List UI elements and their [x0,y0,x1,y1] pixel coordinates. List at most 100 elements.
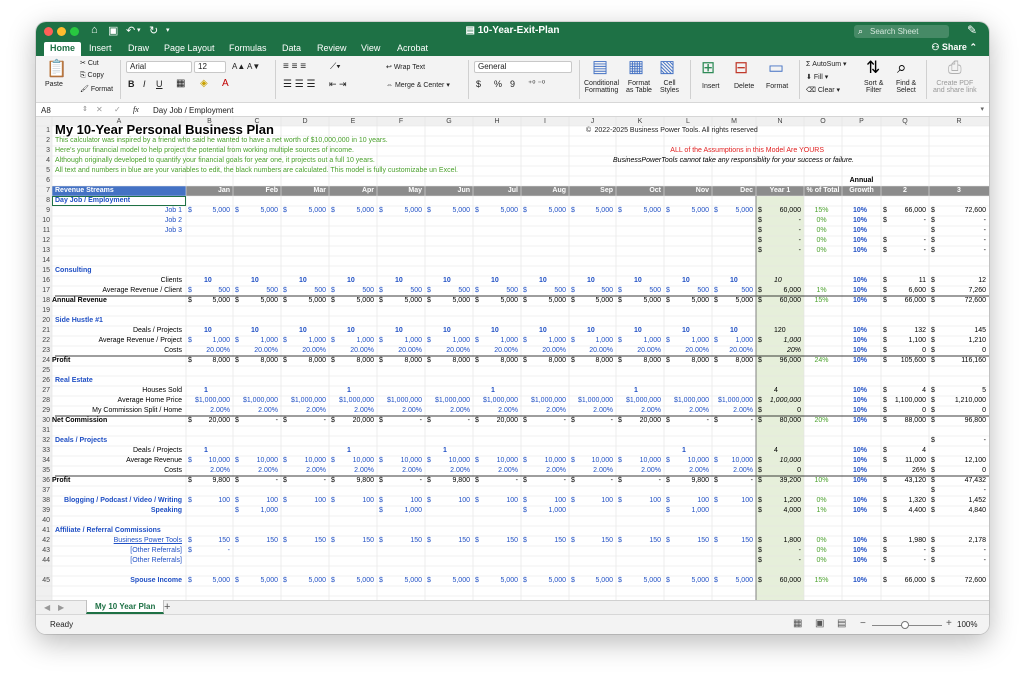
row-header[interactable]: 4 [36,156,50,166]
font-size-select[interactable]: 12 [194,61,226,73]
format-as-table-button[interactable]: Format as Table [626,80,652,94]
fill-color-icon[interactable]: ◈ [200,78,208,89]
row-header[interactable]: 3 [36,146,50,156]
borders-icon[interactable]: ▦ [176,78,185,89]
row-header[interactable]: 34 [36,456,50,466]
insert-button[interactable]: Insert [702,83,720,90]
format-button[interactable]: Format [766,83,788,90]
find-select-icon[interactable]: ⌕ [897,59,907,76]
align-left-icon[interactable]: ☰ ☰ ☰ [283,79,315,90]
row-header[interactable]: 9 [36,206,50,216]
row-header[interactable]: 23 [36,346,50,356]
decimal-buttons[interactable]: ⁺⁰ ⁻⁰ [528,79,545,88]
row-header[interactable]: 26 [36,376,50,386]
column-header[interactable]: Q [881,117,929,126]
row-header[interactable]: 44 [36,556,50,566]
sort-filter-button[interactable]: Sort & Filter [864,80,883,94]
row-header[interactable]: 32 [36,436,50,446]
cell-styles-icon[interactable]: ▧ [659,58,675,75]
row-header[interactable]: 21 [36,326,50,336]
column-header[interactable]: L [664,117,712,126]
orientation-icon[interactable]: ⟋▾ [330,61,341,72]
wrap-text-button[interactable]: ↩ Wrap Text [386,63,425,71]
row-header[interactable]: 38 [36,496,50,506]
page-layout-view-icon[interactable]: ▣ [815,618,824,629]
number-format-select[interactable]: General [474,61,572,73]
row-header[interactable]: 17 [36,286,50,296]
row-header[interactable]: 13 [36,246,50,256]
indent-icon[interactable]: ⇤ ⇥ [329,79,347,90]
row-header[interactable]: 7 [36,186,50,196]
sort-filter-icon[interactable]: ⇅ [866,59,880,76]
row-header[interactable]: 20 [36,316,50,326]
row-header[interactable]: 1 [36,126,50,136]
row-header[interactable]: 10 [36,216,50,226]
comma-button[interactable]: 9 [510,79,515,89]
cut-button[interactable]: ✂ Cut [80,59,99,67]
row-header[interactable]: 35 [36,466,50,476]
row-header[interactable]: 28 [36,396,50,406]
tab-page-layout[interactable]: Page Layout [164,43,215,53]
row-header[interactable]: 39 [36,506,50,516]
formula-content-field[interactable]: Day Job / Employment [153,106,233,115]
cancel-entry-icon[interactable]: ✕ [96,105,103,114]
row-header[interactable]: 24 [36,356,50,366]
spreadsheet-grid[interactable]: A B C D E F G H I J K L M N O P Q R 1 2 3 4 5 6 7 8 9 10 11 12 13 14 15 1… [36,117,989,600]
row-header[interactable]: 11 [36,226,50,236]
conditional-formatting-icon[interactable]: ▤ [592,58,608,75]
tab-data[interactable]: Data [282,43,301,53]
feedback-icon[interactable]: ✎ [967,23,977,37]
sheet-tab-my-10-year-plan[interactable]: My 10 Year Plan [86,600,165,614]
row-header[interactable]: 29 [36,406,50,416]
autosum-button[interactable]: Σ AutoSum ▾ [806,60,847,68]
expand-formula-bar-icon[interactable]: ▾ [980,105,984,113]
column-header[interactable]: O [804,117,842,126]
column-header[interactable]: H [473,117,521,126]
name-box[interactable]: A8 [41,106,51,115]
row-header[interactable]: 42 [36,536,50,546]
insert-function-button[interactable]: fx [133,105,139,114]
format-as-table-icon[interactable]: ▦ [628,58,644,75]
row-header[interactable]: 14 [36,256,50,266]
search-sheet-field[interactable]: ⌕ Search Sheet [854,25,949,38]
row-header[interactable]: 16 [36,276,50,286]
row-header[interactable]: 5 [36,166,50,176]
prev-sheet-icon[interactable]: ◀ [44,603,50,612]
row-header[interactable]: 8 [36,196,50,206]
cell-styles-button[interactable]: Cell Styles [660,80,679,94]
tab-acrobat[interactable]: Acrobat [397,43,428,53]
italic-button[interactable]: I [143,79,146,89]
name-box-stepper-icon[interactable]: ⇕ [82,105,88,113]
row-header[interactable]: 43 [36,546,50,556]
column-header[interactable]: P [842,117,881,126]
row-header[interactable]: 12 [36,236,50,246]
row-header[interactable]: 18 [36,296,50,306]
fill-button[interactable]: ⬇ Fill ▾ [806,73,828,81]
font-name-select[interactable]: Arial [126,61,192,73]
column-header[interactable]: G [425,117,473,126]
paste-icon[interactable]: 📋 [46,60,67,77]
create-pdf-button[interactable]: Create PDF and share link [933,80,977,94]
align-top-icon[interactable]: ≡ ≡ ≡ [283,61,306,72]
next-sheet-icon[interactable]: ▶ [58,603,64,612]
column-header[interactable]: J [569,117,616,126]
zoom-in-button[interactable]: + [946,618,952,629]
row-header[interactable]: 45 [36,576,50,586]
tab-insert[interactable]: Insert [89,43,112,53]
paste-button[interactable]: Paste [45,81,63,88]
underline-button[interactable]: U [156,79,163,89]
clear-button[interactable]: ⌫ Clear ▾ [806,86,840,94]
tab-formulas[interactable]: Formulas [229,43,267,53]
share-button[interactable]: ⚇ Share ⌃ [931,42,977,53]
tab-view[interactable]: View [361,43,380,53]
currency-button[interactable]: $ [476,79,481,89]
row-header[interactable]: 19 [36,306,50,316]
row-header[interactable]: 30 [36,416,50,426]
row-header[interactable]: 25 [36,366,50,376]
row-header[interactable]: 37 [36,486,50,496]
row-header[interactable]: 27 [36,386,50,396]
tab-review[interactable]: Review [317,43,347,53]
column-header[interactable]: R [929,117,989,126]
format-painter-button[interactable]: 🖌 Format [80,85,113,93]
row-header[interactable]: 22 [36,336,50,346]
